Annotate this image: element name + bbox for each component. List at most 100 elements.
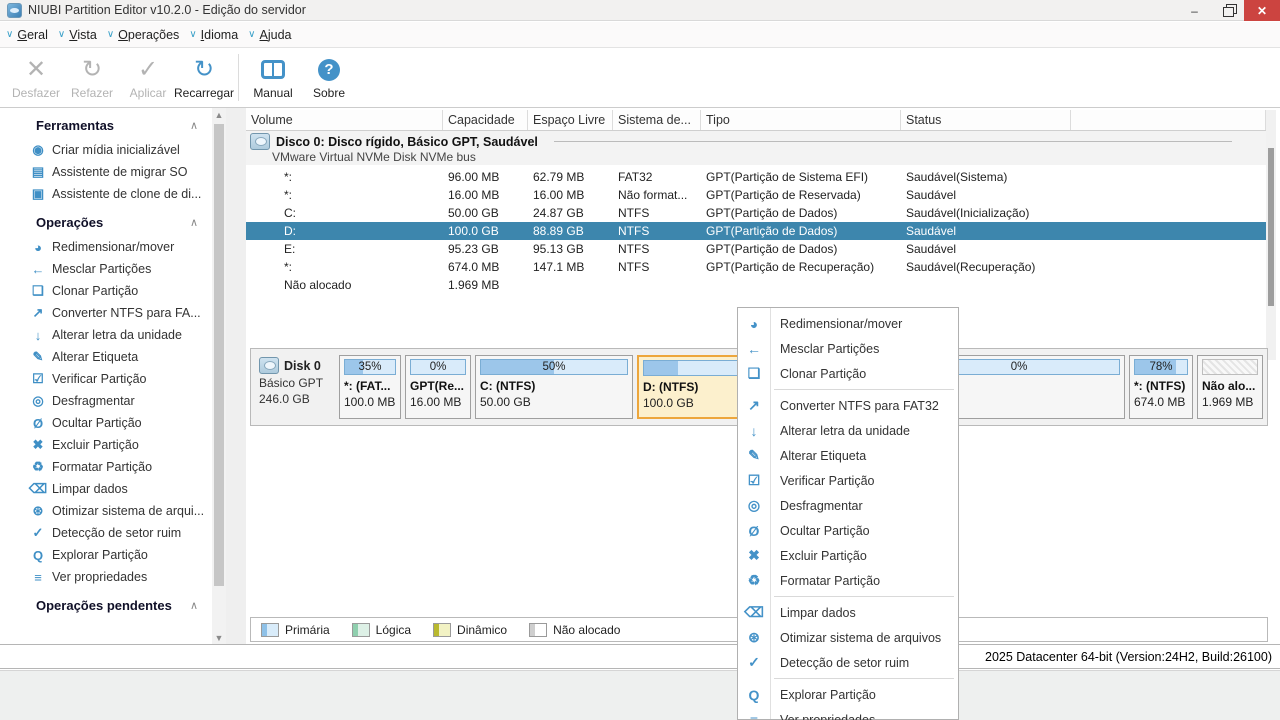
close-button[interactable]: ✕ bbox=[1244, 0, 1280, 21]
collapse-chevron-icon[interactable]: ∧ bbox=[190, 216, 198, 229]
context-menu-item-clonar-parti-o[interactable]: ❏ Clonar Partição bbox=[738, 361, 958, 386]
sidebar-item-alterar-letra-da-unidade[interactable]: ↓ Alterar letra da unidade bbox=[0, 324, 212, 346]
menu-idioma[interactable]: ∨ Idioma bbox=[189, 28, 238, 42]
collapse-chevron-icon[interactable]: ∧ bbox=[190, 119, 198, 132]
disk-group-row[interactable]: Disco 0: Disco rígido, Básico GPT, Saudá… bbox=[246, 131, 1266, 165]
restore-button[interactable] bbox=[1211, 0, 1244, 21]
context-menu-item-alterar-letra-da-unidade[interactable]: ↓ Alterar letra da unidade bbox=[738, 418, 958, 443]
table-cell: GPT(Partição de Recuperação) bbox=[706, 260, 875, 274]
context-menu-item-detec-o-de-setor-ruim[interactable]: ✓ Detecção de setor ruim bbox=[738, 650, 958, 675]
context-menu-item-formatar-parti-o[interactable]: ♻ Formatar Partição bbox=[738, 568, 958, 593]
sidebar-item-mesclar-parti-es[interactable]: ← Mesclar Partições bbox=[0, 258, 212, 280]
context-menu-item-alterar-etiqueta[interactable]: ✎ Alterar Etiqueta bbox=[738, 443, 958, 468]
context-menu-item-redimensionar-mover[interactable]: ◕ Redimensionar/mover bbox=[738, 311, 958, 336]
table-row[interactable]: *: 96.00 MB 62.79 MB FAT32 GPT(Partição de S… bbox=[246, 168, 1266, 186]
partition-block-unallocated[interactable]: Não alo... 1.969 MB bbox=[1197, 355, 1263, 419]
table-row[interactable]: *: 16.00 MB 16.00 MB Não format... GPT(Parti… bbox=[246, 186, 1266, 204]
disk-info-box[interactable]: Disk 0 Básico GPT 246.0 GB bbox=[255, 355, 335, 419]
sidebar-item-label: Ocultar Partição bbox=[52, 416, 142, 430]
context-menu-item-converter-ntfs-para-fat32[interactable]: ↗ Converter NTFS para FAT32 bbox=[738, 393, 958, 418]
chevron-down-icon: ∨ bbox=[189, 29, 197, 40]
column-header-volume[interactable]: Volume bbox=[246, 110, 443, 130]
sidebar-item-verificar-parti-o[interactable]: ☑ Verificar Partição bbox=[0, 368, 212, 390]
sidebar-item-criar-m-dia-inicializ-vel[interactable]: ◉ Criar mídia inicializável bbox=[0, 139, 212, 161]
toolbar-button-label: Refazer bbox=[70, 85, 114, 100]
menu-ajuda[interactable]: ∨ Ajuda bbox=[248, 28, 291, 42]
sidebar-item-ver-propriedades[interactable]: ≡ Ver propriedades bbox=[0, 566, 212, 588]
manual-button[interactable]: Manual bbox=[245, 48, 301, 107]
sidebar-item-detec-o-de-setor-ruim[interactable]: ✓ Detecção de setor ruim bbox=[0, 522, 212, 544]
sidebar-item-converter-ntfs-para-fa-[interactable]: ↗ Converter NTFS para FA... bbox=[0, 302, 212, 324]
menu-vista[interactable]: ∨ Vista bbox=[58, 28, 97, 42]
scroll-down-icon[interactable]: ▼ bbox=[212, 631, 226, 645]
context-menu-separator bbox=[774, 389, 954, 390]
resize-move-icon: ◕ bbox=[34, 239, 42, 255]
menu-operações[interactable]: ∨ Operações bbox=[107, 28, 180, 42]
context-menu-item-desfragmentar[interactable]: ◎ Desfragmentar bbox=[738, 493, 958, 518]
column-header-sistema-de-[interactable]: Sistema de... bbox=[613, 110, 701, 130]
sidebar-section-ferramentas[interactable]: Ferramentas ∧ bbox=[0, 108, 212, 139]
partition-block[interactable]: 50% C: (NTFS) 50.00 GB bbox=[475, 355, 633, 419]
sidebar-item-label: Ver propriedades bbox=[52, 570, 148, 584]
sidebar-item-ocultar-parti-o[interactable]: Ø Ocultar Partição bbox=[0, 412, 212, 434]
sidebar-item-assistente-de-migrar-so[interactable]: ▤ Assistente de migrar SO bbox=[0, 161, 212, 183]
context-menu-item-ocultar-parti-o[interactable]: Ø Ocultar Partição bbox=[738, 518, 958, 543]
sidebar-item-desfragmentar[interactable]: ◎ Desfragmentar bbox=[0, 390, 212, 412]
table-row[interactable]: Não alocado 1.969 MB bbox=[246, 276, 1266, 294]
sidebar-item-excluir-parti-o[interactable]: ✖ Excluir Partição bbox=[0, 434, 212, 456]
partition-block[interactable]: 35% *: (FAT... 100.0 MB bbox=[339, 355, 401, 419]
partition-block[interactable]: 0% GPT(Re... 16.00 MB bbox=[405, 355, 471, 419]
table-scrollbar[interactable] bbox=[1266, 110, 1276, 360]
sidebar-item-explorar-parti-o[interactable]: Q Explorar Partição bbox=[0, 544, 212, 566]
sidebar-scroll-thumb[interactable] bbox=[214, 124, 224, 586]
sidebar: Ferramentas ∧ ◉ Criar mídia inicializável ▤ A… bbox=[0, 108, 212, 645]
sidebar-item-label: Criar mídia inicializável bbox=[52, 143, 180, 157]
sidebar-item-limpar-dados[interactable]: ⌫ Limpar dados bbox=[0, 478, 212, 500]
recarregar-button[interactable]: ↻ Recarregar bbox=[174, 48, 234, 107]
menu-geral[interactable]: ∨ Geral bbox=[6, 28, 48, 42]
table-row[interactable]: D: 100.0 GB 88.89 GB NTFS GPT(Partição de Da… bbox=[246, 222, 1266, 240]
minimize-button[interactable]: – bbox=[1178, 0, 1211, 21]
legend-swatch-icon bbox=[433, 622, 452, 637]
sidebar-item-formatar-parti-o[interactable]: ♻ Formatar Partição bbox=[0, 456, 212, 478]
table-cell: D: bbox=[284, 224, 296, 238]
column-header-tipo[interactable]: Tipo bbox=[701, 110, 901, 130]
sidebar-item-redimensionar-mover[interactable]: ◕ Redimensionar/mover bbox=[0, 236, 212, 258]
context-menu-item-limpar-dados[interactable]: ⌫ Limpar dados bbox=[738, 600, 958, 625]
context-menu-item-verificar-parti-o[interactable]: ☑ Verificar Partição bbox=[738, 468, 958, 493]
sidebar-scrollbar[interactable]: ▲ ▼ bbox=[212, 108, 226, 645]
table-row[interactable]: E: 95.23 GB 95.13 GB NTFS GPT(Partição de Da… bbox=[246, 240, 1266, 258]
sidebar-item-assistente-de-clone-de-di-[interactable]: ▣ Assistente de clone de di... bbox=[0, 183, 212, 205]
column-header-status[interactable]: Status bbox=[901, 110, 1071, 130]
context-menu-item-excluir-parti-o[interactable]: ✖ Excluir Partição bbox=[738, 543, 958, 568]
panel-splitter[interactable] bbox=[226, 108, 463, 645]
sidebar-item-otimizar-sistema-de-arqui-[interactable]: ⊛ Otimizar sistema de arqui... bbox=[0, 500, 212, 522]
sidebar-section-operações-pendentes[interactable]: Operações pendentes ∧ bbox=[0, 588, 212, 619]
sidebar-item-label: Excluir Partição bbox=[52, 438, 139, 452]
table-row[interactable]: C: 50.00 GB 24.87 GB NTFS GPT(Partição de Da… bbox=[246, 204, 1266, 222]
table-cell: Saudável bbox=[906, 242, 957, 256]
scroll-up-icon[interactable]: ▲ bbox=[212, 108, 226, 122]
table-row[interactable]: *: 674.0 MB 147.1 MB NTFS GPT(Partição de Re… bbox=[246, 258, 1266, 276]
collapse-chevron-icon[interactable]: ∧ bbox=[190, 599, 198, 612]
context-menu-item-otimizar-sistema-de-arquivos[interactable]: ⊛ Otimizar sistema de arquivos bbox=[738, 625, 958, 650]
column-header-espa-o-livre[interactable]: Espaço Livre bbox=[528, 110, 613, 130]
sidebar-section-operações[interactable]: Operações ∧ bbox=[0, 205, 212, 236]
context-menu-item-ver-propriedades[interactable]: ≡ Ver propriedades bbox=[738, 707, 958, 720]
table-cell: Não format... bbox=[618, 188, 688, 202]
delete-icon: ✖ bbox=[32, 437, 44, 452]
column-header-capacidade[interactable]: Capacidade bbox=[443, 110, 528, 130]
sobre-button[interactable]: ? Sobre bbox=[301, 48, 357, 107]
hide-icon: Ø bbox=[32, 415, 44, 431]
context-menu-item-explorar-parti-o[interactable]: Q Explorar Partição bbox=[738, 682, 958, 707]
sidebar-item-label: Limpar dados bbox=[52, 482, 128, 496]
table-cell: GPT(Partição de Dados) bbox=[706, 224, 838, 238]
properties-icon: ≡ bbox=[749, 711, 759, 720]
context-menu-item-mesclar-parti-es[interactable]: ← Mesclar Partições bbox=[738, 336, 958, 361]
sidebar-item-clonar-parti-o[interactable]: ❏ Clonar Partição bbox=[0, 280, 212, 302]
table-scroll-thumb[interactable] bbox=[1268, 148, 1274, 306]
wipe-icon: ⌫ bbox=[28, 481, 48, 496]
sidebar-item-alterar-etiqueta[interactable]: ✎ Alterar Etiqueta bbox=[0, 346, 212, 368]
partition-block[interactable]: 78% *: (NTFS) 674.0 MB bbox=[1129, 355, 1193, 419]
table-cell: Saudável bbox=[906, 224, 957, 238]
